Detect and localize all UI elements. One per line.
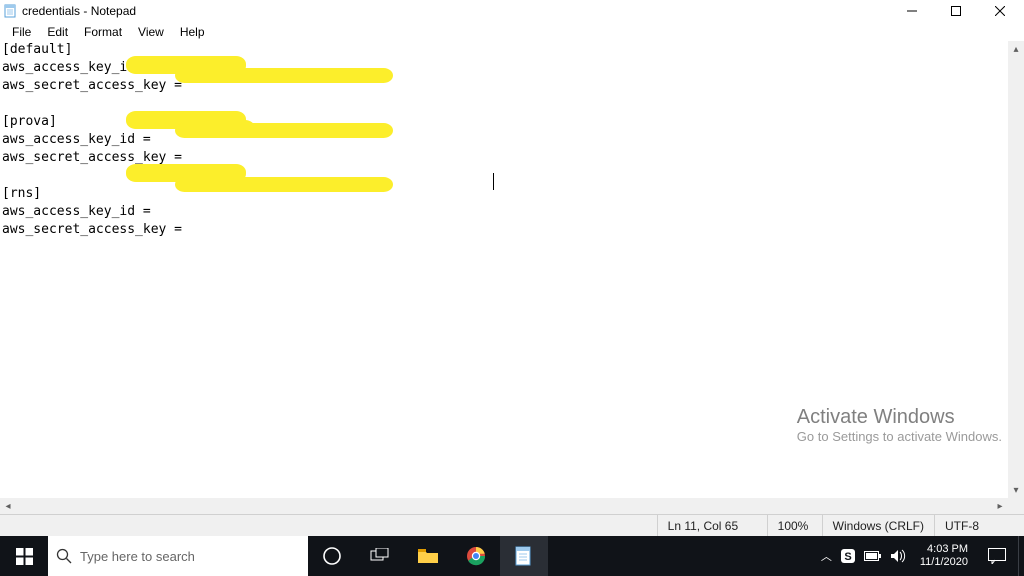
scroll-left-icon[interactable]: ◂: [0, 498, 16, 514]
menu-file[interactable]: File: [4, 22, 39, 41]
status-bar: Ln 11, Col 65 100% Windows (CRLF) UTF-8: [0, 514, 1024, 536]
task-view-button[interactable]: [356, 536, 404, 576]
chrome-button[interactable]: [452, 536, 500, 576]
file-explorer-button[interactable]: [404, 536, 452, 576]
taskbar-clock[interactable]: 4:03 PM 11/1/2020: [912, 536, 976, 576]
minimize-button[interactable]: [890, 0, 934, 22]
svg-text:S: S: [844, 551, 851, 563]
scroll-right-icon[interactable]: ▸: [992, 498, 1008, 514]
show-desktop-button[interactable]: [1018, 536, 1024, 576]
system-tray[interactable]: ︿ S: [815, 536, 912, 576]
notepad-icon: [4, 4, 18, 18]
menu-bar: File Edit Format View Help: [0, 22, 1024, 41]
action-center-button[interactable]: [976, 536, 1018, 576]
taskbar-search[interactable]: Type here to search: [48, 536, 308, 576]
clock-time: 4:03 PM: [920, 543, 968, 556]
volume-icon[interactable]: [890, 549, 906, 563]
tray-app-icon[interactable]: S: [840, 548, 856, 564]
menu-format[interactable]: Format: [76, 22, 130, 41]
text-content[interactable]: [default] aws_access_key_id = aws_secret…: [0, 41, 1008, 498]
scroll-corner: [1008, 498, 1024, 514]
search-placeholder: Type here to search: [80, 549, 195, 564]
status-encoding: UTF-8: [934, 515, 1024, 536]
status-eol: Windows (CRLF): [822, 515, 934, 536]
status-position: Ln 11, Col 65: [657, 515, 767, 536]
maximize-button[interactable]: [934, 0, 978, 22]
text-caret: [493, 173, 494, 190]
status-zoom: 100%: [767, 515, 822, 536]
close-button[interactable]: [978, 0, 1022, 22]
clock-date: 11/1/2020: [920, 556, 968, 569]
horizontal-scrollbar[interactable]: ◂ ▸: [0, 498, 1008, 514]
scroll-down-icon[interactable]: ▾: [1008, 482, 1024, 498]
search-icon: [56, 548, 72, 564]
battery-icon[interactable]: [864, 550, 882, 562]
menu-edit[interactable]: Edit: [39, 22, 76, 41]
redaction-mark: [175, 123, 393, 138]
redaction-mark: [175, 68, 393, 83]
menu-help[interactable]: Help: [172, 22, 213, 41]
scroll-up-icon[interactable]: ▴: [1008, 41, 1024, 57]
window-title: credentials - Notepad: [22, 4, 890, 18]
taskbar: Type here to search ︿ S 4:03 PM 11/1/202…: [0, 536, 1024, 576]
vertical-scrollbar[interactable]: ▴ ▾: [1008, 41, 1024, 498]
cortana-button[interactable]: [308, 536, 356, 576]
tray-chevron-up-icon[interactable]: ︿: [821, 548, 832, 564]
text-editor[interactable]: [default] aws_access_key_id = aws_secret…: [0, 41, 1024, 514]
window-titlebar: credentials - Notepad: [0, 0, 1024, 22]
notepad-taskbar-button[interactable]: [500, 536, 548, 576]
menu-view[interactable]: View: [130, 22, 172, 41]
start-button[interactable]: [0, 536, 48, 576]
redaction-mark: [175, 177, 393, 192]
